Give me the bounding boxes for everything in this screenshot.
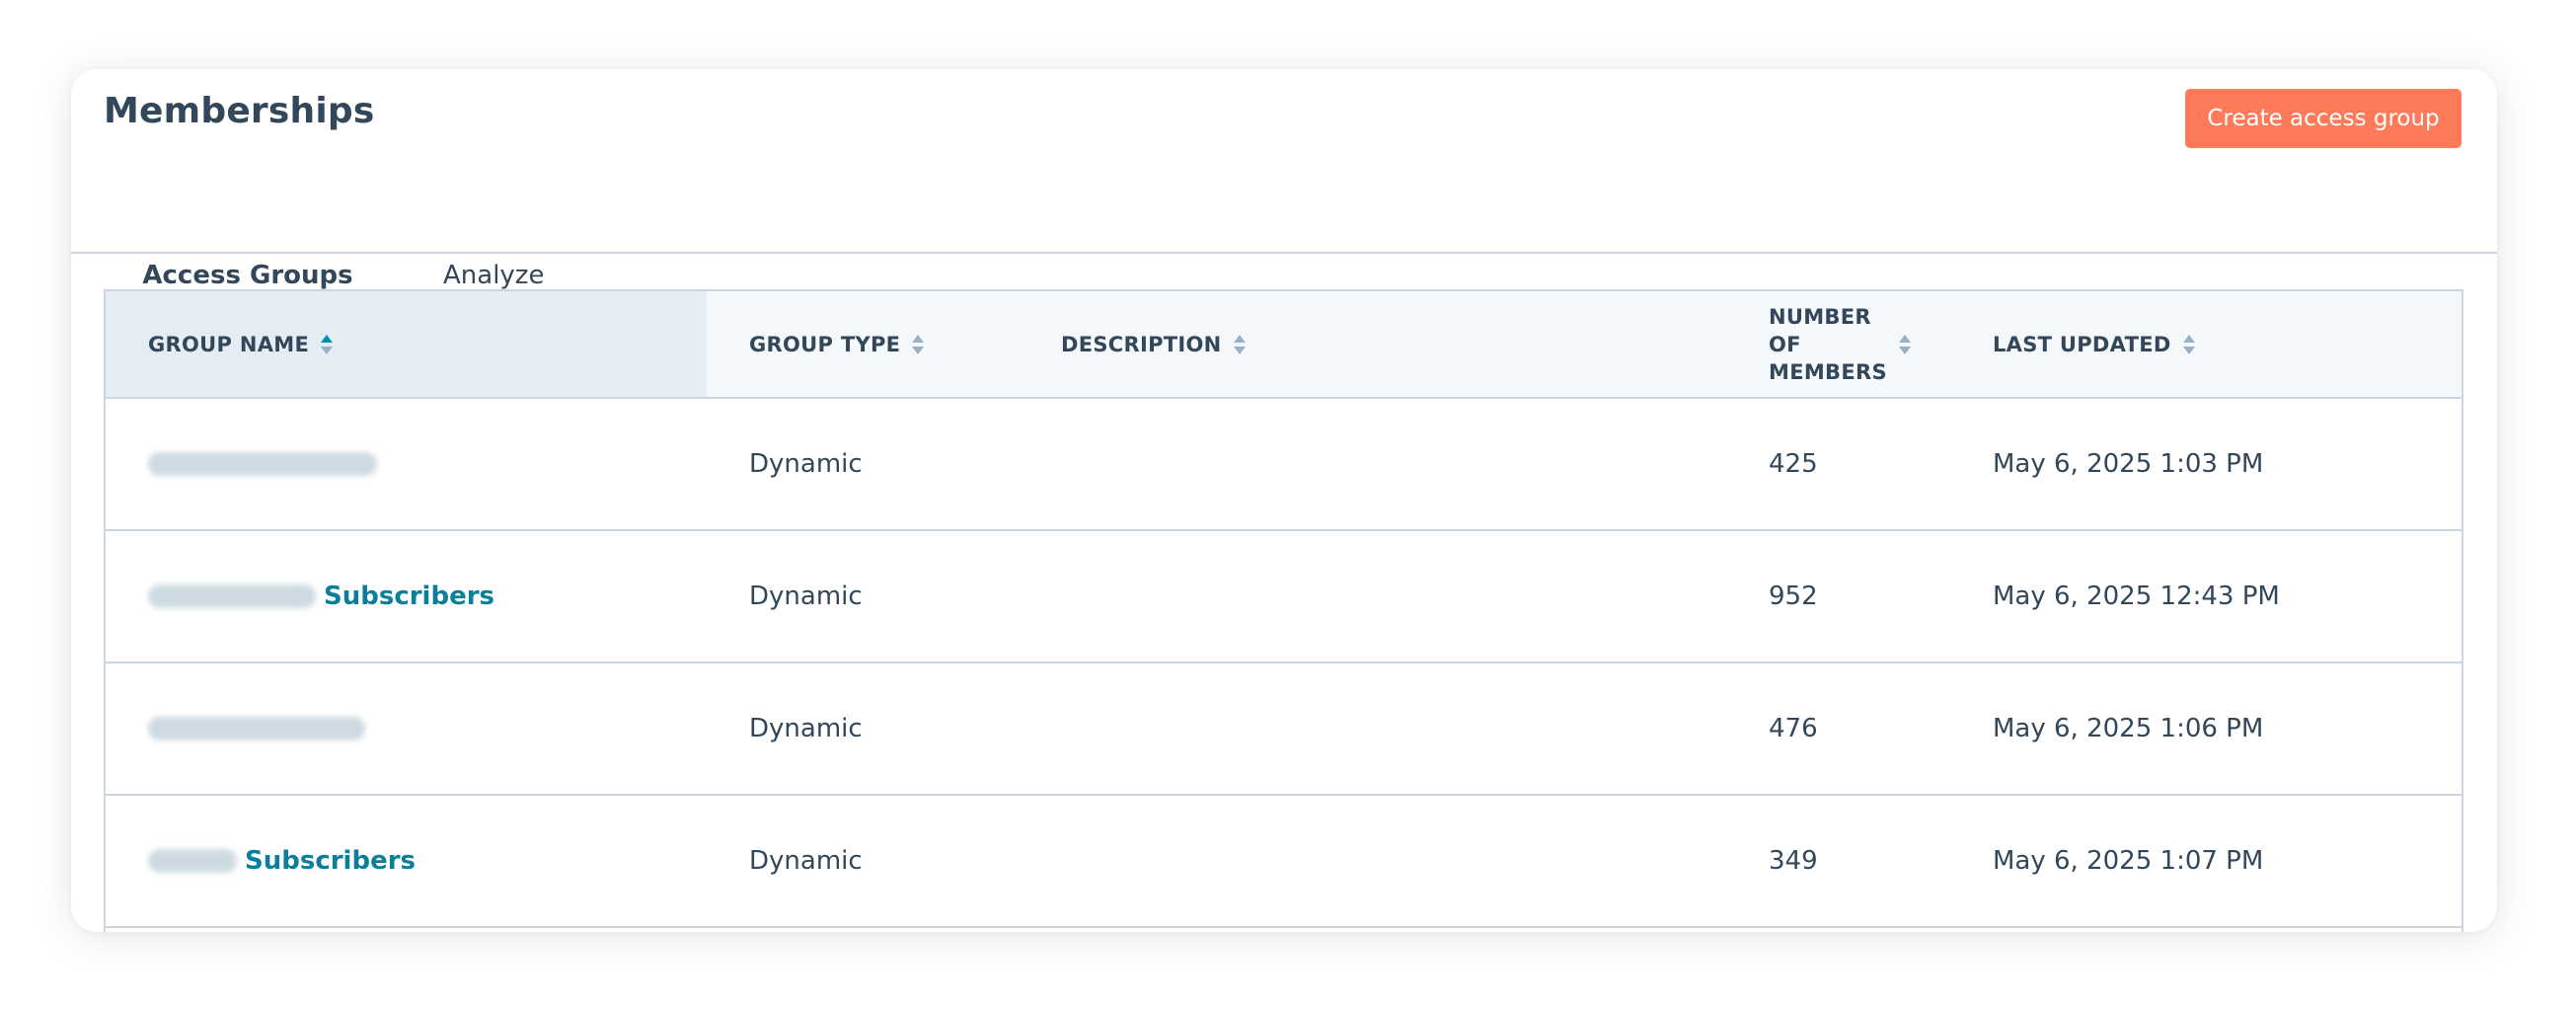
column-header-label: GROUP TYPE [749, 332, 901, 356]
redacted-text [148, 584, 316, 608]
last-updated-cell: May 6, 2025 1:06 PM [1993, 662, 2462, 796]
group-type-cell: Dynamic [707, 795, 1061, 928]
column-header-label: GROUP NAME [148, 332, 310, 356]
table-row: Subscribers Dynamic 349 May 6, 2025 1:07… [106, 795, 2462, 928]
group-type-cell: Dynamic [707, 530, 1061, 663]
tab-label: Access Groups [142, 261, 353, 290]
column-header-label: LAST UPDATED [1993, 332, 2171, 356]
group-name-cell: Subscribers [106, 795, 707, 928]
table-row: Dynamic 425 May 6, 2025 1:03 PM [106, 398, 2462, 531]
column-header-label: DESCRIPTION [1061, 332, 1222, 356]
redacted-text [148, 849, 237, 873]
members-count-cell: 425 [1769, 398, 1993, 531]
redacted-text [148, 452, 377, 476]
tabs-divider [71, 252, 2497, 254]
column-header-group-type[interactable]: GROUP TYPE [707, 291, 1061, 399]
sort-icon [2182, 334, 2195, 354]
redacted-text [148, 717, 365, 740]
description-cell [1061, 795, 1769, 928]
sort-icon [1899, 334, 1911, 354]
table-row: Subscribers Dynamic 952 May 6, 2025 12:4… [106, 530, 2462, 663]
description-cell [1061, 398, 1769, 531]
table-row: Dynamic 476 May 6, 2025 1:06 PM [106, 662, 2462, 796]
members-count-cell: 952 [1769, 530, 1993, 663]
last-updated-cell: May 6, 2025 1:07 PM [1993, 795, 2462, 928]
group-name-cell: Subscribers [106, 530, 707, 663]
last-updated-cell: May 6, 2025 1:03 PM [1993, 398, 2462, 531]
column-header-group-name[interactable]: GROUP NAME [106, 291, 707, 399]
description-cell [1061, 662, 1769, 796]
sort-icon [912, 334, 925, 354]
column-header-label: NUMBER OF MEMBERS [1769, 304, 1887, 384]
tab-label: Analyze [443, 261, 545, 290]
last-updated-cell: May 6, 2025 12:43 PM [1993, 530, 2462, 663]
group-name-link[interactable]: Subscribers [324, 582, 494, 611]
sort-icon [1233, 334, 1246, 354]
group-name-cell[interactable] [106, 662, 707, 796]
members-count-cell: 349 [1769, 795, 1993, 928]
members-count-cell: 476 [1769, 662, 1993, 796]
column-header-last-updated[interactable]: LAST UPDATED [1993, 291, 2462, 399]
sort-ascending-icon [321, 334, 334, 354]
group-name-cell[interactable] [106, 398, 707, 531]
column-header-description[interactable]: DESCRIPTION [1061, 291, 1769, 399]
group-type-cell: Dynamic [707, 662, 1061, 796]
page-title: Memberships [104, 91, 375, 131]
description-cell [1061, 530, 1769, 663]
table-header-row: GROUP NAME GROUP TYPE DESCRIPTION NUMBER… [106, 291, 2462, 399]
group-type-cell: Dynamic [707, 398, 1061, 531]
create-access-group-button[interactable]: Create access group [2185, 89, 2462, 148]
access-groups-table: GROUP NAME GROUP TYPE DESCRIPTION NUMBER… [104, 289, 2463, 932]
group-name-link[interactable]: Subscribers [245, 846, 416, 876]
column-header-number-of-members[interactable]: NUMBER OF MEMBERS [1769, 291, 1993, 399]
memberships-card: Memberships Create access group Access G… [71, 69, 2497, 932]
